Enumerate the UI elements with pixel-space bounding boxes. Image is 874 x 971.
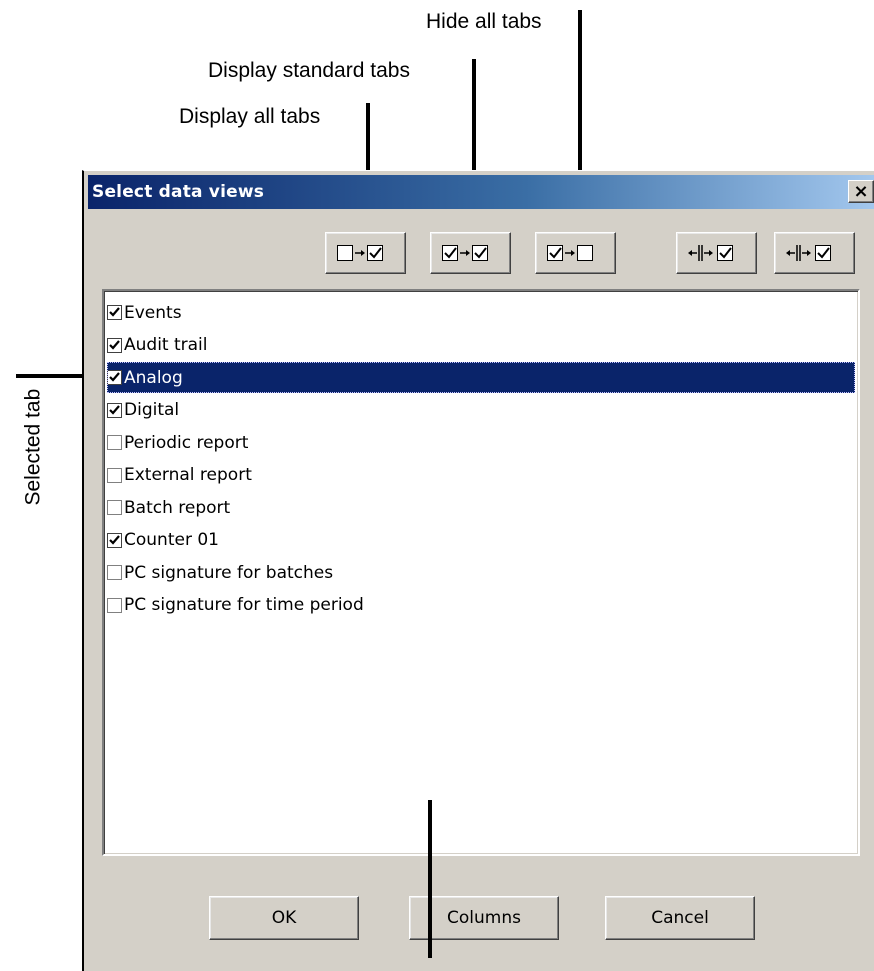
checkbox-unchecked[interactable]: [107, 565, 122, 580]
list-item[interactable]: Analog: [107, 362, 855, 393]
list-item[interactable]: Events: [107, 297, 855, 328]
display-standard-tabs-callout: Display standard tabs: [208, 59, 410, 82]
hide-all-tabs-callout: Hide all tabs: [426, 10, 542, 33]
select-data-views-dialog: Select data views × Events Audit trail A…: [82, 170, 874, 971]
list-item-label: Digital: [124, 400, 180, 420]
selected-tab-callout: Selected tab: [21, 388, 45, 506]
checkbox-unchecked[interactable]: [107, 500, 122, 515]
list-item[interactable]: Periodic report: [107, 427, 855, 458]
list-item[interactable]: PC signature for batches: [107, 557, 855, 588]
checkbox-unchecked[interactable]: [107, 467, 122, 483]
close-button[interactable]: ×: [848, 180, 874, 203]
checkbox-checked[interactable]: [107, 532, 122, 548]
data-views-list[interactable]: Events Audit trail Analog Digital Periodic r…: [102, 289, 860, 856]
list-item-label: Periodic report: [124, 432, 249, 453]
list-item-label: External report: [124, 465, 252, 485]
column-show-button[interactable]: [676, 232, 757, 274]
checkmark-icon: [109, 307, 120, 317]
list-item[interactable]: PC signature for time period: [107, 590, 855, 621]
checkmark-icon: [109, 339, 120, 350]
display-all-tabs-callout: Display all tabs: [179, 105, 321, 128]
hide-all-tabs-button[interactable]: [535, 232, 616, 274]
cancel-button[interactable]: Cancel: [605, 896, 755, 940]
checkbox-checked[interactable]: [107, 370, 122, 385]
columns-pointer: [428, 800, 432, 958]
list-item-label: Batch report: [124, 497, 231, 518]
list-item[interactable]: Batch report: [107, 492, 855, 523]
checkbox-checked[interactable]: [107, 305, 122, 320]
column-hide-button[interactable]: [774, 232, 855, 274]
display-standard-tabs-icon: [441, 245, 488, 261]
column-hide-icon: [785, 245, 831, 261]
checkbox-checked[interactable]: [107, 402, 122, 418]
checkmark-icon: [109, 404, 120, 415]
list-item[interactable]: Digital: [107, 395, 855, 426]
dialog-title: Select data views: [92, 182, 265, 202]
column-show-icon: [687, 245, 733, 261]
list-item-label: Audit trail: [124, 335, 208, 355]
checkbox-unchecked[interactable]: [107, 435, 122, 450]
dialog-titlebar[interactable]: Select data views ×: [88, 175, 874, 209]
list-item-label: Analog: [124, 367, 183, 388]
checkbox-unchecked[interactable]: [107, 597, 122, 613]
checkmark-icon: [109, 372, 120, 382]
ok-button[interactable]: OK: [209, 896, 359, 940]
list-item-label: PC signature for batches: [124, 562, 334, 583]
hide-all-tabs-icon: [546, 245, 593, 261]
checkbox-checked[interactable]: [107, 337, 122, 353]
display-all-tabs-icon: [336, 245, 383, 261]
display-all-tabs-button[interactable]: [325, 232, 406, 274]
list-item[interactable]: External report: [107, 460, 855, 491]
checkmark-icon: [109, 534, 120, 545]
list-item[interactable]: Counter 01: [107, 525, 855, 556]
list-item[interactable]: Audit trail: [107, 330, 855, 361]
list-item-label: PC signature for time period: [124, 595, 364, 615]
list-item-label: Counter 01: [124, 530, 219, 550]
list-item-label: Events: [124, 302, 182, 323]
display-standard-tabs-button[interactable]: [430, 232, 511, 274]
